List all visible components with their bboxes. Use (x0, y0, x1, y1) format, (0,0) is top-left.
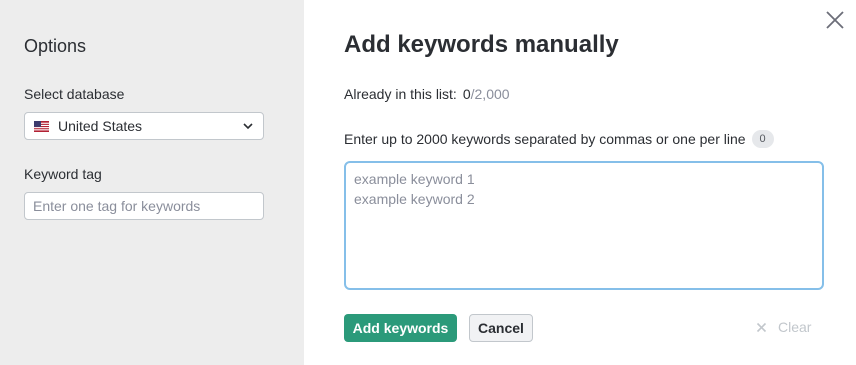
keyword-instructions: Enter up to 2000 keywords separated by c… (344, 130, 774, 148)
already-in-list-label: Already in this list: (344, 86, 457, 102)
database-select[interactable]: United States (24, 112, 264, 140)
database-select-value: United States (58, 117, 143, 134)
clear-label: Clear (778, 319, 812, 335)
keywords-textarea[interactable] (344, 161, 824, 290)
keyword-tag-label: Keyword tag (24, 166, 102, 182)
keyword-tag-input[interactable] (24, 192, 264, 220)
us-flag-icon (34, 120, 49, 132)
keyword-count-badge: 0 (751, 130, 774, 148)
add-keywords-button[interactable]: Add keywords (344, 314, 457, 342)
cancel-button[interactable]: Cancel (469, 314, 533, 342)
clear-button[interactable]: Clear (756, 319, 811, 336)
chevron-down-icon (243, 123, 253, 130)
clear-x-icon (756, 322, 767, 333)
options-sidebar: Options Select database United States Ke… (0, 0, 304, 365)
already-in-list: Already in this list: 0/2,000 (344, 86, 510, 103)
dialog-title: Add keywords manually (344, 31, 619, 58)
instructions-text: Enter up to 2000 keywords separated by c… (344, 130, 746, 147)
select-database-label: Select database (24, 86, 125, 102)
close-icon[interactable] (824, 9, 846, 31)
already-in-list-count: 0 (462, 86, 471, 102)
already-in-list-total: /2,000 (470, 86, 510, 102)
options-title: Options (24, 36, 87, 56)
